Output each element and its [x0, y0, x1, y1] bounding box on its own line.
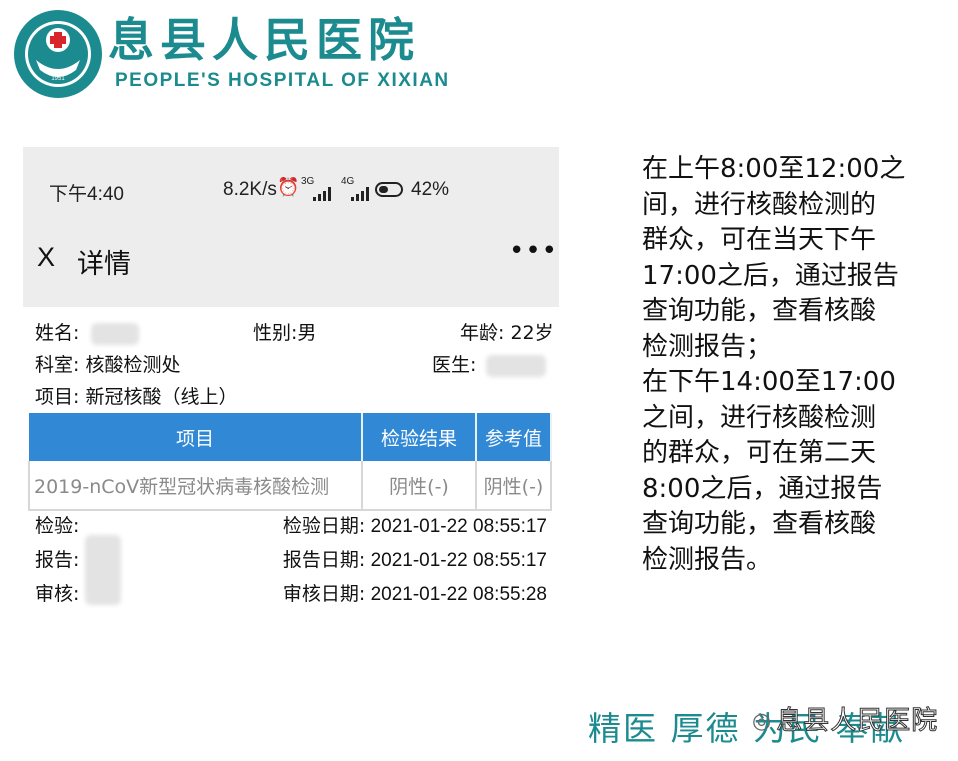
- hospital-name-en: PEOPLE'S HOSPITAL OF XIXIAN: [115, 70, 450, 91]
- more-options-button[interactable]: •••: [509, 236, 558, 266]
- wechat-icon: ◎: [752, 709, 773, 734]
- battery-percent: 42%: [411, 179, 450, 200]
- watermark: ◎ 息县人民医院: [752, 706, 939, 737]
- close-button[interactable]: X: [37, 242, 55, 273]
- report-query-notice: 在上午8:00至12:00之 间，进行核酸检测的 群众，可在当天下午 17:00…: [642, 154, 906, 575]
- status-bar: 下午4:40 8.2K/s ⏰ 3G 4G 42%: [23, 175, 559, 206]
- signal-4g-icon: 4G: [341, 176, 355, 187]
- signal-bars-icon: [351, 187, 373, 201]
- nav-bar: X 详情 •••: [23, 236, 559, 282]
- dept-label: 科室:: [35, 354, 80, 376]
- alarm-clock-icon: ⏰: [277, 177, 300, 197]
- review-label-row: 审核:: [35, 583, 80, 605]
- cell-item: 2019-nCoV新型冠状病毒核酸检测: [28, 461, 363, 511]
- doctor-row: 医生:: [432, 351, 547, 379]
- col-reference: 参考值: [476, 413, 552, 461]
- status-time: 下午4:40: [49, 184, 124, 205]
- app-header-area: 下午4:40 8.2K/s ⏰ 3G 4G 42% X 详情 •••: [23, 147, 559, 307]
- redacted-doctor: [486, 354, 547, 377]
- report-screenshot: 下午4:40 8.2K/s ⏰ 3G 4G 42% X 详情 ••• 姓名: 性…: [23, 147, 559, 617]
- col-result: 检验结果: [362, 413, 477, 461]
- dept-value: 核酸检测处: [85, 354, 181, 376]
- doctor-label: 医生:: [432, 354, 477, 376]
- page-title: 详情: [77, 249, 131, 280]
- item-label: 项目:: [35, 386, 80, 408]
- cell-reference: 阴性(-): [476, 461, 552, 511]
- review-date: 2021-01-22 08:55:28: [370, 584, 547, 605]
- redacted-signatures: [85, 535, 121, 605]
- hospital-emblem-icon: 1951: [14, 10, 102, 98]
- signal-bars-icon: [313, 187, 335, 201]
- table-row: 2019-nCoV新型冠状病毒核酸检测 阴性(-) 阴性(-): [28, 461, 552, 511]
- test-date: 2021-01-22 08:55:17: [370, 516, 547, 537]
- test-date-row: 检验日期: 2021-01-22 08:55:17: [282, 515, 547, 537]
- gender: 性别:男: [253, 322, 317, 344]
- name-label: 姓名:: [35, 322, 80, 344]
- dept-row: 科室: 核酸检测处: [35, 351, 180, 379]
- table-header-row: 项目 检验结果 参考值: [29, 413, 552, 461]
- col-item: 项目: [29, 413, 363, 461]
- review-date-row: 审核日期: 2021-01-22 08:55:28: [282, 583, 547, 605]
- signal-3g-icon: 3G: [301, 176, 315, 187]
- redacted-name: [91, 322, 140, 345]
- battery-icon: [375, 182, 403, 197]
- item-value: 新冠核酸（线上）: [85, 386, 238, 408]
- svg-text:1951: 1951: [51, 76, 65, 82]
- test-label-row: 检验:: [35, 515, 80, 537]
- report-date: 2021-01-22 08:55:17: [370, 550, 547, 571]
- result-table: 项目 检验结果 参考值 2019-nCoV新型冠状病毒核酸检测 阴性(-) 阴性…: [28, 413, 552, 511]
- hospital-logo: 1951: [12, 8, 104, 100]
- cell-result: 阴性(-): [362, 461, 477, 511]
- report-date-row: 报告日期: 2021-01-22 08:55:17: [282, 549, 547, 571]
- item-row: 项目: 新冠核酸（线上）: [35, 383, 237, 411]
- status-speed: 8.2K/s: [223, 179, 277, 200]
- hospital-name-cn: 息县人民医院: [108, 13, 420, 67]
- report-label-row: 报告:: [35, 549, 80, 571]
- name-row: 姓名:: [35, 319, 140, 347]
- age: 年龄: 22岁: [460, 322, 554, 344]
